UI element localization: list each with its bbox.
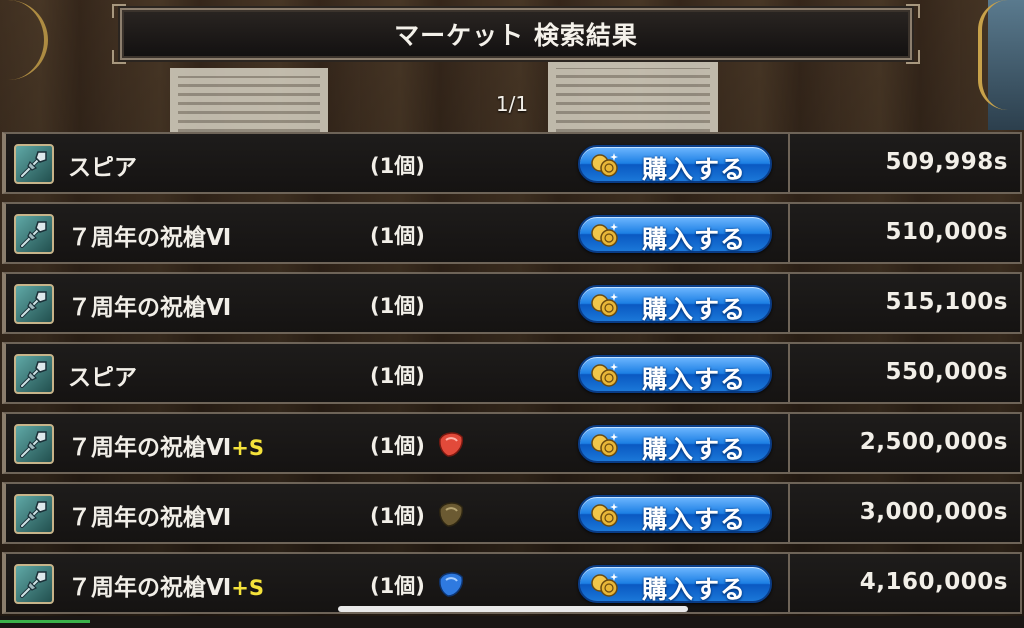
item-quantity: (1個) xyxy=(370,294,425,318)
spear-icon xyxy=(14,144,54,184)
item-quantity: (1個) xyxy=(370,224,425,248)
buy-button[interactable]: 購入する xyxy=(578,565,772,604)
spear-icon xyxy=(14,424,54,464)
item-price: 550,000s xyxy=(885,359,1008,385)
buy-button-label: 購入する xyxy=(642,365,747,394)
spear-icon xyxy=(14,354,54,394)
item-quantity: (1個) xyxy=(370,364,425,388)
item-quantity: (1個) xyxy=(370,434,425,458)
listing-row: ７周年の祝槍Ⅵ (1個) 購入する 3,000,000s xyxy=(2,482,1022,544)
buy-button-label: 購入する xyxy=(642,225,747,254)
item-quantity: (1個) xyxy=(370,154,425,178)
item-quantity: (1個) xyxy=(370,574,425,598)
buy-button[interactable]: 購入する xyxy=(578,355,772,394)
item-name: ７周年の祝槍Ⅵ+S xyxy=(68,575,265,601)
item-name: スピア xyxy=(68,155,137,181)
spear-icon xyxy=(14,214,54,254)
item-price: 3,000,000s xyxy=(859,499,1008,525)
page-indicator: 1/1 xyxy=(495,92,529,116)
item-name: ７周年の祝槍Ⅵ xyxy=(68,505,232,531)
brown-stone-icon xyxy=(439,502,464,527)
buy-button-label: 購入する xyxy=(642,435,747,464)
buy-button-label: 購入する xyxy=(642,505,747,534)
buy-button[interactable]: 購入する xyxy=(578,145,772,184)
refine-plus-label: +S xyxy=(231,436,265,460)
buy-button-label: 購入する xyxy=(642,575,747,604)
listing-row: ７周年の祝槍Ⅵ (1個) 購入する 515,100s xyxy=(2,272,1022,334)
red-stone-icon xyxy=(439,432,464,457)
coin-icon xyxy=(590,151,620,179)
item-quantity: (1個) xyxy=(370,504,425,528)
item-name: ７周年の祝槍Ⅵ xyxy=(68,225,232,251)
coin-icon xyxy=(590,501,620,529)
item-name: ７周年の祝槍Ⅵ xyxy=(68,295,232,321)
item-price: 510,000s xyxy=(885,219,1008,245)
listing-row: ７周年の祝槍Ⅵ+S (1個) 購入する 4,160,000s xyxy=(2,552,1022,614)
spear-icon xyxy=(14,564,54,604)
home-indicator[interactable] xyxy=(338,606,688,612)
listing-row: スピア (1個) 購入する 509,998s xyxy=(2,132,1022,194)
bottom-status-strip xyxy=(0,616,1024,628)
spear-icon xyxy=(14,494,54,534)
coin-icon xyxy=(590,221,620,249)
refine-plus-label: +S xyxy=(231,576,265,600)
buy-button[interactable]: 購入する xyxy=(578,215,772,254)
item-price: 509,998s xyxy=(885,149,1008,175)
coin-icon xyxy=(590,291,620,319)
listing-list: スピア (1個) 購入する 509,998s ７周年の祝槍Ⅵ (1個) 購入する… xyxy=(0,132,1024,622)
blue-stone-icon xyxy=(439,572,464,597)
buy-button[interactable]: 購入する xyxy=(578,425,772,464)
listing-row: スピア (1個) 購入する 550,000s xyxy=(2,342,1022,404)
buy-button[interactable]: 購入する xyxy=(578,285,772,324)
listing-row: ７周年の祝槍Ⅵ (1個) 購入する 510,000s xyxy=(2,202,1022,264)
item-name: ７周年の祝槍Ⅵ+S xyxy=(68,435,265,461)
page-title: マーケット 検索結果 xyxy=(394,21,638,50)
buy-button-label: 購入する xyxy=(642,295,747,324)
item-price: 2,500,000s xyxy=(859,429,1008,455)
item-price: 515,100s xyxy=(885,289,1008,315)
coin-icon xyxy=(590,361,620,389)
title-banner: マーケット 検索結果 xyxy=(112,4,920,64)
item-price: 4,160,000s xyxy=(859,569,1008,595)
buy-button[interactable]: 購入する xyxy=(578,495,772,534)
item-name: スピア xyxy=(68,365,137,391)
buy-button-label: 購入する xyxy=(642,155,747,184)
coin-icon xyxy=(590,431,620,459)
spear-icon xyxy=(14,284,54,324)
coin-icon xyxy=(590,571,620,599)
listing-row: ７周年の祝槍Ⅵ+S (1個) 購入する 2,500,000s xyxy=(2,412,1022,474)
